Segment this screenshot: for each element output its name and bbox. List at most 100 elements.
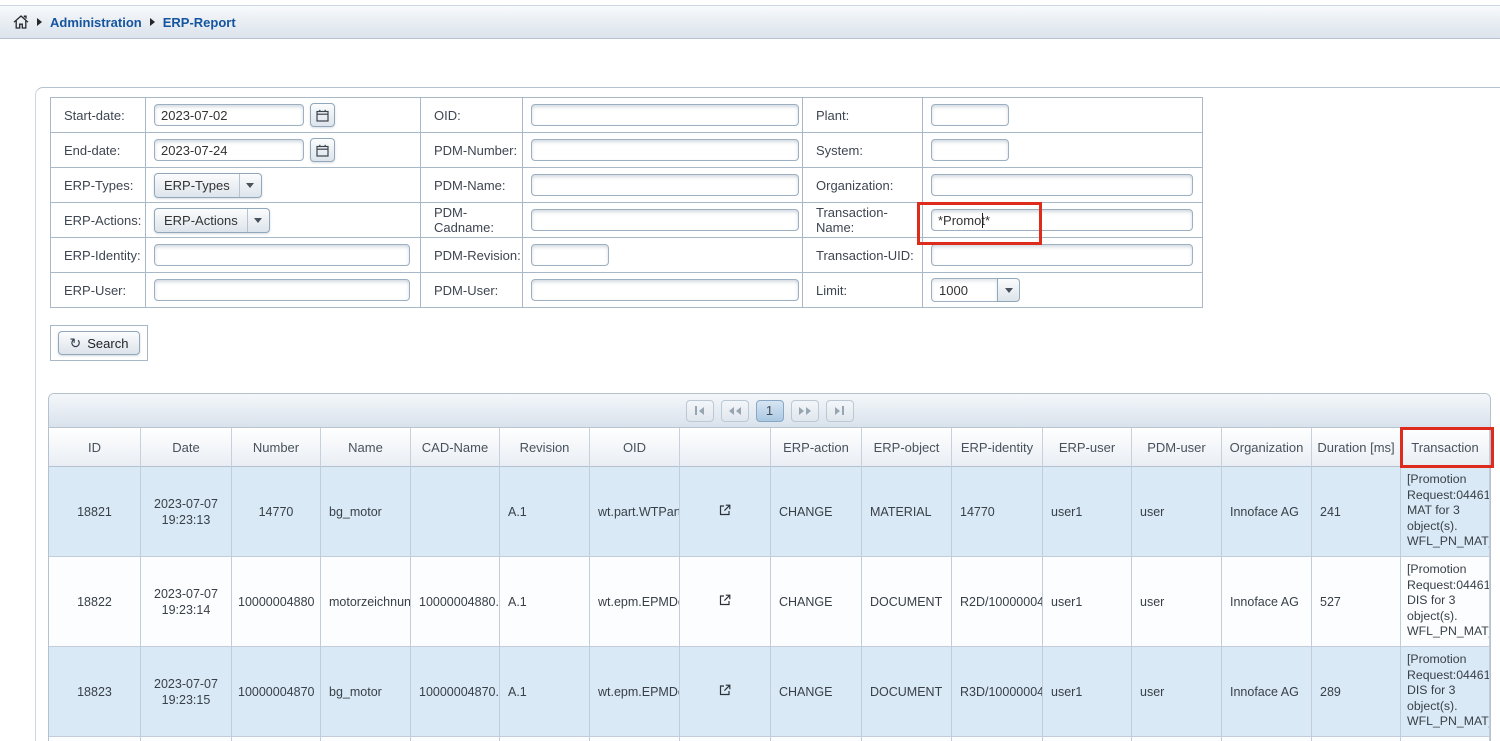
transaction-uid-input[interactable] — [931, 244, 1193, 266]
cell-id: 18822 — [49, 557, 141, 647]
pdm-name-input[interactable] — [531, 174, 799, 196]
table-row: 18821 2023-07-07 19:23:13 14770 bg_motor… — [49, 467, 1490, 557]
pdm-cadname-label: PDM-Cadname: — [421, 203, 523, 238]
cell-date: 2023-07-07 19:23:14 — [141, 557, 232, 647]
pdm-revision-label: PDM-Revision: — [421, 238, 523, 273]
cell-cad-name: 10000004870.as — [411, 647, 500, 737]
breadcrumb-separator-icon — [150, 18, 155, 26]
erp-actions-dropdown[interactable]: ERP-Actions — [154, 208, 270, 233]
cell-erp-object: MATERIAL — [862, 467, 952, 557]
cell-erp-identity: 14770 — [952, 467, 1043, 557]
plant-label: Plant: — [803, 98, 923, 133]
cell-organization: Innoface AG — [1222, 467, 1312, 557]
start-date-input[interactable] — [154, 104, 304, 126]
col-header-cad-name: CAD-Name — [411, 428, 500, 467]
start-date-calendar-button[interactable] — [310, 103, 335, 127]
cell-number: 14770 — [232, 467, 321, 557]
breadcrumb-erp-report[interactable]: ERP-Report — [163, 15, 236, 30]
chevron-down-icon — [239, 174, 261, 197]
cell-name: bg_motor — [321, 467, 411, 557]
erp-user-input[interactable] — [154, 279, 410, 301]
limit-dropdown-value: 1000 — [931, 278, 997, 302]
pager-first-button[interactable] — [686, 400, 714, 422]
col-header-blank — [680, 428, 771, 467]
pager-page-1-button[interactable]: 1 — [756, 400, 784, 422]
end-date-input[interactable] — [154, 139, 304, 161]
table-row: 18822 2023-07-07 19:23:14 10000004880 mo… — [49, 557, 1490, 647]
pdm-number-input[interactable] — [531, 139, 799, 161]
search-button[interactable]: ↻ Search — [58, 331, 141, 355]
search-form: Start-date: OID: Plant: End-date: PDM-Nu… — [50, 97, 1203, 308]
cell-revision: A.1 — [500, 467, 590, 557]
erp-actions-dropdown-label: ERP-Actions — [155, 213, 247, 228]
pager-prev-button[interactable] — [721, 400, 749, 422]
cell-pdm-user: user — [1132, 467, 1222, 557]
end-date-calendar-button[interactable] — [310, 138, 335, 162]
table-row: 18823 2023-07-07 19:23:15 10000004870 bg… — [49, 647, 1490, 737]
col-header-number: Number — [232, 428, 321, 467]
cell-organization: Innoface AG — [1222, 557, 1312, 647]
chevron-down-icon — [247, 209, 269, 232]
cell-number: 10000004880 — [232, 557, 321, 647]
pager-next-icon — [799, 407, 804, 415]
system-input[interactable] — [931, 139, 1009, 161]
organization-label: Organization: — [803, 168, 923, 203]
cell-pdm-user: user — [1132, 557, 1222, 647]
erp-types-dropdown[interactable]: ERP-Types — [154, 173, 262, 198]
col-header-duration: Duration [ms] — [1312, 428, 1401, 467]
cell-id: 18821 — [49, 467, 141, 557]
pdm-revision-input[interactable] — [531, 244, 609, 266]
cell-erp-identity: R2D/100000048 — [952, 557, 1043, 647]
cell-open-link — [680, 647, 771, 737]
calendar-icon — [316, 109, 329, 122]
breadcrumb-administration[interactable]: Administration — [50, 15, 142, 30]
pager-next-button[interactable] — [791, 400, 819, 422]
oid-input[interactable] — [531, 104, 799, 126]
text-cursor — [982, 213, 983, 228]
cell-erp-object: DOCUMENT — [862, 647, 952, 737]
external-link-icon[interactable] — [719, 594, 731, 606]
col-header-pdm-user: PDM-user — [1132, 428, 1222, 467]
plant-input[interactable] — [931, 104, 1009, 126]
oid-label: OID: — [421, 98, 523, 133]
cell-name: motorzeichnun — [321, 557, 411, 647]
cell-revision: A.1 — [500, 557, 590, 647]
erp-identity-input[interactable] — [154, 244, 410, 266]
breadcrumb: Administration ERP-Report — [0, 5, 1500, 39]
chevron-down-icon[interactable] — [997, 278, 1020, 302]
cell-date: 2023-07-07 19:23:15 — [141, 647, 232, 737]
search-button-panel: ↻ Search — [50, 325, 148, 361]
transaction-name-input[interactable] — [931, 209, 1193, 231]
refresh-icon: ↻ — [70, 336, 82, 350]
cell-erp-object: DOCUMENT — [862, 557, 952, 647]
erp-identity-label: ERP-Identity: — [51, 238, 146, 273]
pager-first-icon — [695, 406, 697, 415]
results-table: ID Date Number Name CAD-Name Revision OI… — [49, 428, 1490, 741]
results-panel: 1 ID Date Number Name CAD-N — [48, 393, 1491, 741]
end-date-label: End-date: — [51, 133, 146, 168]
erp-actions-label: ERP-Actions: — [51, 203, 146, 238]
cell-erp-user: user1 — [1043, 467, 1132, 557]
pdm-user-input[interactable] — [531, 279, 799, 301]
cell-number: 10000004870 — [232, 647, 321, 737]
cell-oid: wt.epm.EPMDo — [590, 557, 680, 647]
limit-dropdown[interactable]: 1000 — [931, 278, 1020, 302]
pager-last-button[interactable] — [826, 400, 854, 422]
pager-last-icon — [835, 407, 840, 415]
pdm-cadname-input[interactable] — [531, 209, 799, 231]
col-header-erp-object: ERP-object — [862, 428, 952, 467]
home-icon[interactable] — [13, 15, 29, 29]
cell-oid: wt.part.WTPart — [590, 467, 680, 557]
organization-input[interactable] — [931, 174, 1193, 196]
cell-open-link — [680, 557, 771, 647]
external-link-icon[interactable] — [719, 504, 731, 516]
cell-id: 18823 — [49, 647, 141, 737]
breadcrumb-separator-icon — [37, 18, 42, 26]
search-button-label: Search — [87, 336, 128, 351]
external-link-icon[interactable] — [719, 684, 731, 696]
cell-name: bg_motor — [321, 647, 411, 737]
cell-cad-name: 10000004880.dr — [411, 557, 500, 647]
table-row — [49, 737, 1490, 741]
col-header-erp-user: ERP-user — [1043, 428, 1132, 467]
pdm-number-label: PDM-Number: — [421, 133, 523, 168]
